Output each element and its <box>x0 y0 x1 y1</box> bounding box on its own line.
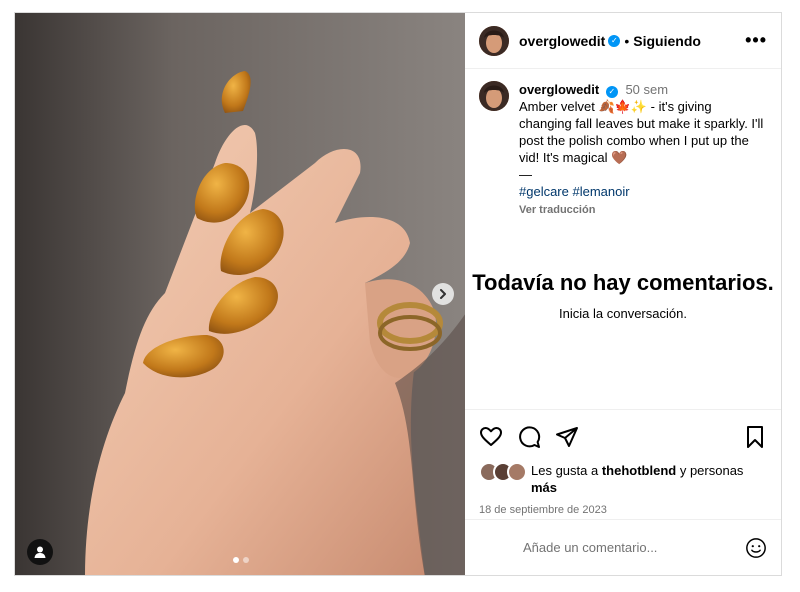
likes-user[interactable]: thehotblend <box>602 463 676 478</box>
header-separator: • <box>624 32 630 49</box>
verified-badge-icon: ✓ <box>608 34 621 47</box>
likes-text[interactable]: Les gusta a thehotblend y personas más <box>531 462 761 496</box>
header-username[interactable]: overglowedit <box>519 33 605 49</box>
likes-summary: Les gusta a thehotblend y personas más <box>465 452 781 496</box>
carousel-indicator <box>233 557 249 563</box>
actions-area: Les gusta a thehotblend y personas más 1… <box>465 409 781 516</box>
liker-avatars <box>479 462 527 482</box>
caption: overglowedit ✓ 50 sem Amber velvet 🍂🍁✨ -… <box>465 69 781 219</box>
user-tag-icon <box>34 546 46 558</box>
caption-hashtags[interactable]: #gelcare #lemanoir <box>519 183 767 200</box>
liker-avatar <box>507 462 527 482</box>
caption-divider: — <box>519 167 532 182</box>
chevron-right-icon <box>440 289 446 299</box>
likes-more[interactable]: más <box>531 480 557 495</box>
post-header: overglowedit ✓ • Siguiendo ••• <box>465 13 781 69</box>
post-photo <box>15 13 465 575</box>
next-image-button[interactable] <box>432 283 454 305</box>
post-media[interactable] <box>15 13 465 575</box>
caption-body: overglowedit ✓ 50 sem Amber velvet 🍂🍁✨ -… <box>519 81 767 219</box>
carousel-dot-active <box>233 557 239 563</box>
avatar[interactable] <box>479 25 509 56</box>
tagged-users-button[interactable] <box>27 539 53 565</box>
caption-time[interactable]: 50 sem <box>625 82 668 97</box>
share-icon[interactable] <box>555 425 579 449</box>
bookmark-icon[interactable] <box>743 425 767 449</box>
action-bar <box>465 410 781 452</box>
see-translation-link[interactable]: Ver traducción <box>519 202 767 219</box>
no-comments-state: Todavía no hay comentarios. Inicia la co… <box>465 269 781 321</box>
likes-suffix: y personas <box>676 463 744 478</box>
comment-box <box>465 519 781 575</box>
follow-status-button[interactable]: Siguiendo <box>633 33 701 49</box>
caption-username[interactable]: overglowedit <box>519 82 599 97</box>
post-date[interactable]: 18 de septiembre de 2023 <box>465 496 781 516</box>
caption-text: Amber velvet 🍂🍁✨ - it's giving changing … <box>519 99 764 165</box>
post-dialog: overglowedit ✓ • Siguiendo ••• overglowe… <box>14 12 782 576</box>
carousel-dot <box>243 557 249 563</box>
verified-badge-icon: ✓ <box>605 85 618 98</box>
caption-avatar[interactable] <box>479 81 509 111</box>
more-options-icon[interactable]: ••• <box>745 30 767 51</box>
post-side-panel: overglowedit ✓ • Siguiendo ••• overglowe… <box>465 13 781 575</box>
comment-input[interactable] <box>523 540 723 555</box>
emoji-icon[interactable] <box>745 537 767 559</box>
no-comments-subtitle: Inicia la conversación. <box>559 306 687 321</box>
comment-icon[interactable] <box>517 425 541 449</box>
no-comments-title: Todavía no hay comentarios. <box>472 270 774 295</box>
likes-prefix: Les gusta a <box>531 463 602 478</box>
heart-icon[interactable] <box>479 425 503 449</box>
